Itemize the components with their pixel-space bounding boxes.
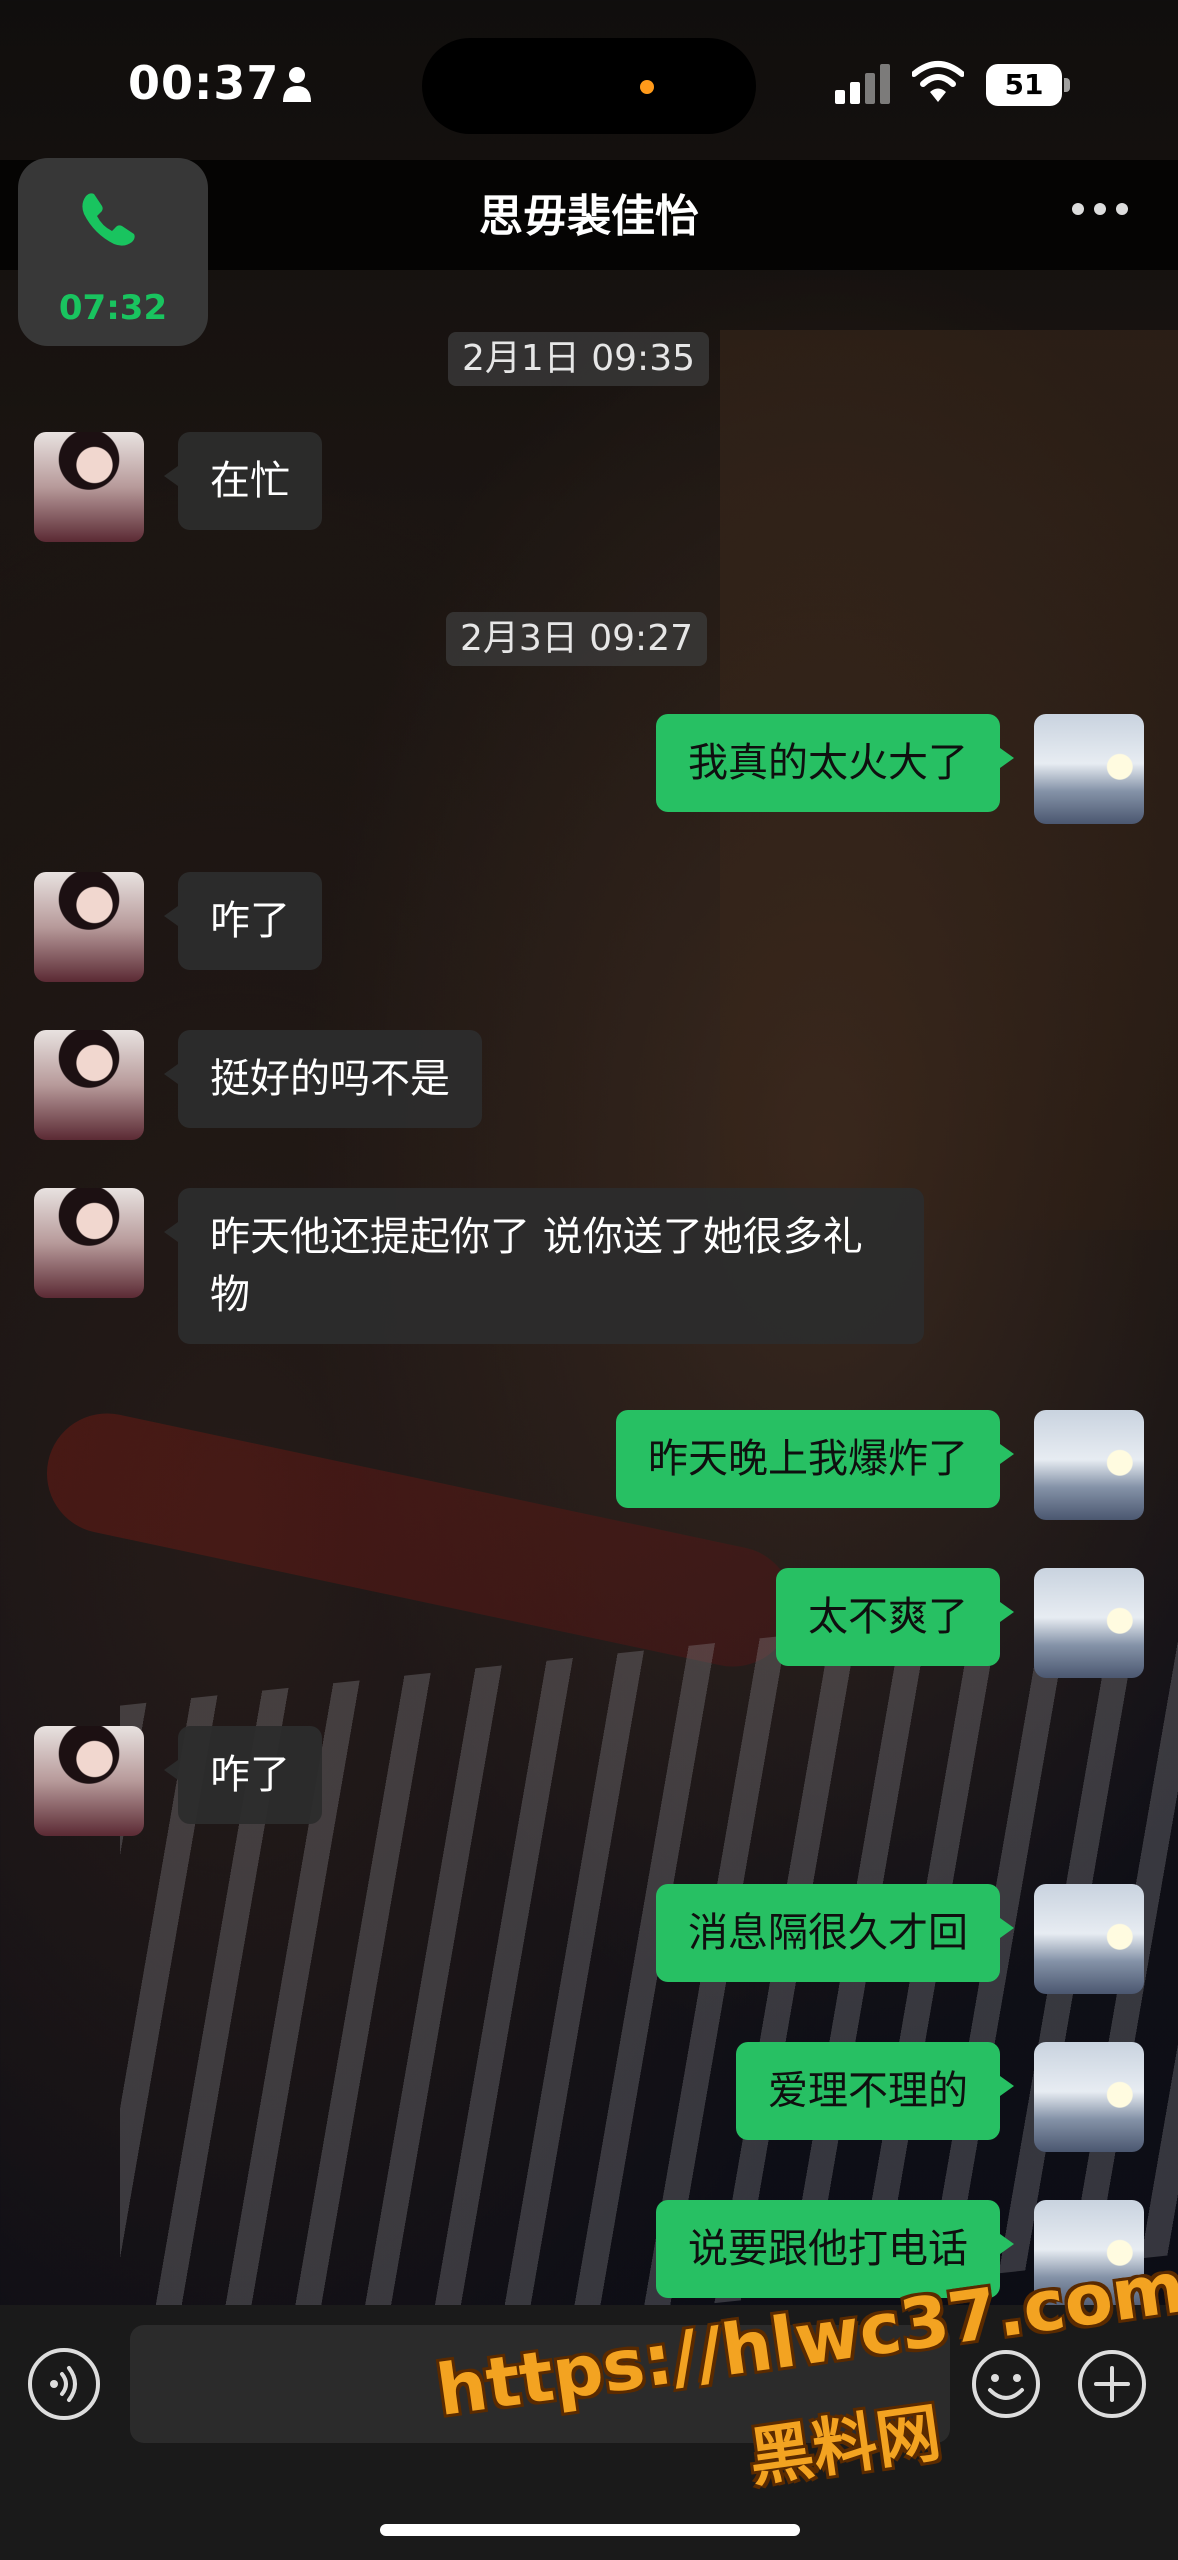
watermark-name: 黑料网 xyxy=(744,2396,946,2497)
voice-icon xyxy=(50,2366,77,2402)
incoming-message[interactable]: 咋了 xyxy=(164,872,322,970)
status-bar: 00:37 51 xyxy=(0,0,1178,160)
outgoing-message[interactable]: 太不爽了 xyxy=(776,1568,1014,1666)
contact-avatar[interactable] xyxy=(34,1188,144,1298)
voice-button[interactable] xyxy=(28,2348,100,2420)
contact-avatar[interactable] xyxy=(34,1030,144,1140)
my-avatar[interactable] xyxy=(1034,1568,1144,1678)
my-avatar[interactable] xyxy=(1034,2042,1144,2152)
battery-nub xyxy=(1064,78,1070,92)
wifi-icon xyxy=(912,61,964,102)
outgoing-message[interactable]: 我真的太火大了 xyxy=(656,714,1014,812)
person-icon xyxy=(283,67,311,102)
recording-indicator-dot xyxy=(640,80,654,94)
contact-avatar[interactable] xyxy=(34,1726,144,1836)
dynamic-island xyxy=(422,38,756,134)
message-timestamp: 2月3日 09:27 xyxy=(446,612,707,666)
message-timestamp: 2月1日 09:35 xyxy=(448,332,709,386)
call-duration: 07:32 xyxy=(58,288,168,328)
contact-avatar[interactable] xyxy=(34,872,144,982)
battery-icon: 51 xyxy=(986,64,1070,106)
signal-icon xyxy=(835,64,890,104)
my-avatar[interactable] xyxy=(1034,1884,1144,1994)
battery-level: 51 xyxy=(986,64,1062,106)
contact-avatar[interactable] xyxy=(34,432,144,542)
incoming-message[interactable]: 在忙 xyxy=(164,432,322,530)
my-avatar[interactable] xyxy=(1034,714,1144,824)
outgoing-message[interactable]: 昨天晚上我爆炸了 xyxy=(616,1410,1014,1508)
outgoing-message[interactable]: 爱理不理的 xyxy=(736,2042,1014,2140)
phone-icon[interactable] xyxy=(80,190,138,248)
incoming-message[interactable]: 咋了 xyxy=(164,1726,322,1824)
more-icon[interactable] xyxy=(1070,198,1130,220)
outgoing-message[interactable]: 消息隔很久才回 xyxy=(656,1884,1014,1982)
status-time: 00:37 xyxy=(128,56,280,110)
my-avatar[interactable] xyxy=(1034,1410,1144,1520)
incoming-message[interactable]: 挺好的吗不是 xyxy=(164,1030,482,1128)
incoming-message[interactable]: 昨天他还提起你了 说你送了她很多礼物 xyxy=(164,1188,924,1344)
